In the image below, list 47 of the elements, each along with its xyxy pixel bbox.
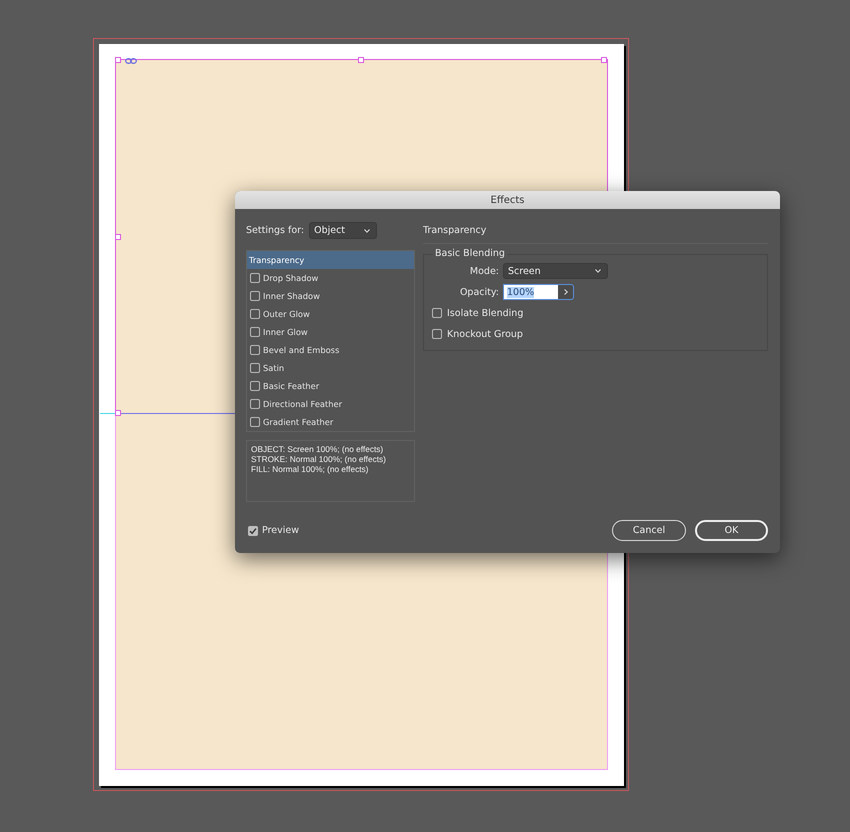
checkbox-label[interactable]: Knockout Group (447, 328, 523, 340)
checkbox[interactable] (250, 345, 260, 355)
mode-dropdown[interactable]: Screen (503, 263, 608, 279)
checkbox[interactable] (432, 308, 442, 318)
selection-handle[interactable] (115, 57, 121, 63)
summary-line: FILL: Normal 100%; (no effects) (251, 464, 370, 474)
field-label: Opacity: (460, 286, 499, 298)
selection-handle[interactable] (115, 410, 121, 416)
settings-dropdown[interactable]: Object (309, 222, 378, 239)
chain-link-icon[interactable] (125, 58, 137, 64)
checkbox[interactable] (250, 291, 260, 301)
dialog-title: Effects (490, 194, 524, 206)
checkbox[interactable] (250, 327, 260, 337)
effect-list-item[interactable]: Inner Glow (247, 323, 414, 341)
selection-handle[interactable] (115, 234, 121, 240)
effect-list-item[interactable]: Directional Feather (247, 395, 414, 413)
effect-list-item[interactable]: Basic Feather (247, 377, 414, 395)
checkmark-icon (249, 526, 257, 534)
caret-icon (364, 228, 370, 232)
effect-list-item[interactable]: Outer Glow (247, 305, 414, 323)
effect-list-item[interactable]: Inner Shadow (247, 287, 414, 305)
ok-button[interactable]: OK (695, 520, 768, 541)
checkbox[interactable] (432, 329, 442, 339)
effect-list-item[interactable]: Transparency (247, 251, 414, 269)
checkbox[interactable] (250, 381, 260, 391)
checkbox[interactable] (248, 526, 258, 536)
checkbox[interactable] (250, 309, 260, 319)
panel-heading: Transparency (423, 224, 488, 238)
effect-list-item[interactable]: Drop Shadow (247, 269, 414, 287)
effect-list-item[interactable]: Bevel and Emboss (247, 341, 414, 359)
checkbox[interactable] (250, 399, 260, 409)
field-label: Settings for: (246, 225, 304, 236)
checkbox[interactable] (250, 273, 260, 283)
summary-line: STROKE: Normal 100%; (no effects) (251, 454, 387, 464)
effect-list-item[interactable]: Gradient Feather (247, 413, 414, 431)
selection-handle[interactable] (358, 57, 364, 63)
checkbox-label[interactable]: Preview (262, 525, 299, 536)
checkbox-label[interactable]: Isolate Blending (447, 308, 524, 318)
summary-line: OBJECT: Screen 100%; (no effects) (251, 444, 384, 454)
checkbox[interactable] (250, 363, 260, 373)
cancel-button[interactable]: Cancel (612, 520, 686, 541)
caret-icon (595, 269, 601, 273)
checkbox[interactable] (250, 417, 260, 427)
group-label: Basic Blending (434, 248, 506, 260)
field-label: Mode: (470, 266, 499, 276)
effect-list-item[interactable]: Satin (247, 359, 414, 377)
selection-handle[interactable] (601, 57, 607, 63)
